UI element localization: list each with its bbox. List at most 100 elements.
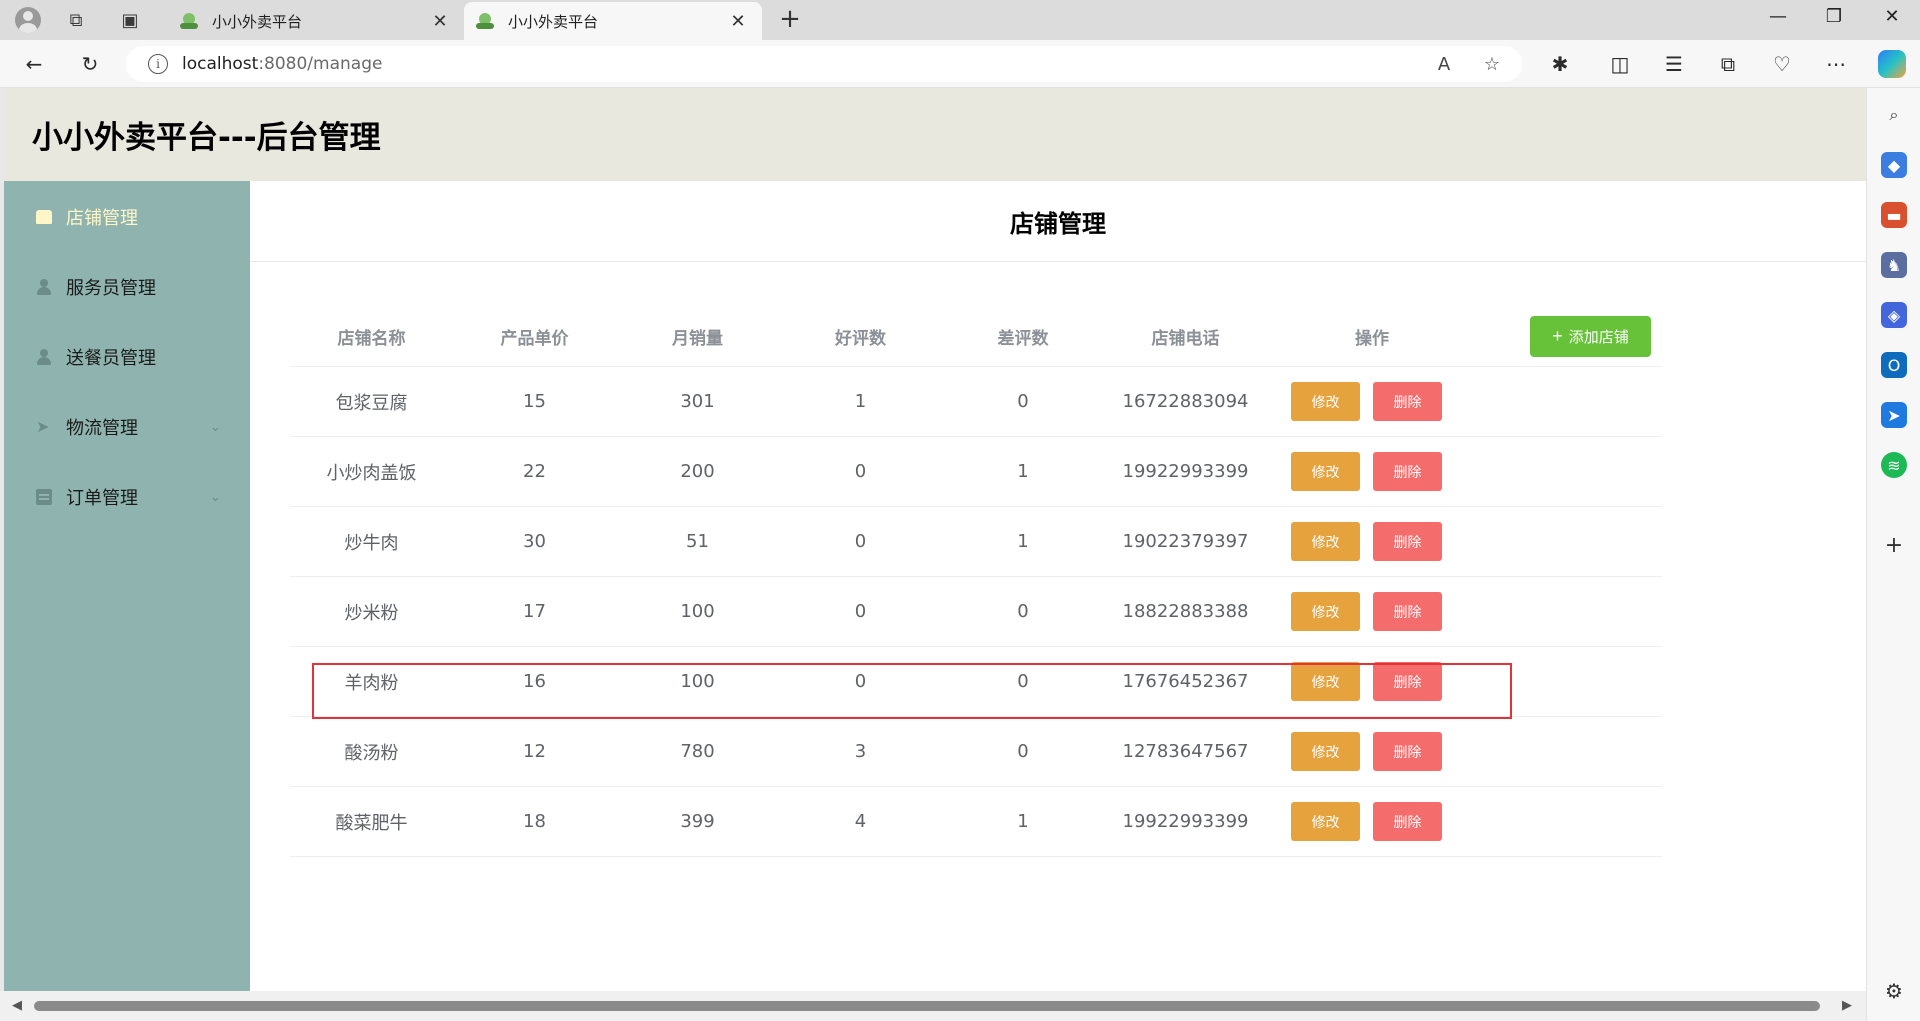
column-header-store-name: 店铺名称 (337, 329, 406, 349)
microsoft-365-icon[interactable]: ◈ (1881, 302, 1907, 328)
cell-good-reviews: 0 (854, 531, 867, 552)
tab-close-icon[interactable]: ✕ (428, 11, 452, 32)
browser-tab-1[interactable]: 小小外卖平台 ✕ (168, 2, 464, 40)
cell-actions: 修改 删除 (1267, 717, 1515, 786)
scroll-right-icon[interactable]: ▶ (1842, 998, 1852, 1013)
cell-store-name: 小炒肉盖饭 (326, 462, 417, 484)
delete-button[interactable]: 删除 (1373, 802, 1442, 841)
spotify-icon[interactable]: ≋ (1881, 452, 1907, 478)
delete-button[interactable]: 删除 (1373, 662, 1442, 701)
settings-gear-icon[interactable]: ⚙ (1881, 978, 1907, 1004)
edit-button[interactable]: 修改 (1291, 522, 1360, 561)
tab-actions-icon[interactable]: ▣ (114, 4, 146, 36)
edit-button[interactable]: 修改 (1291, 452, 1360, 491)
column-header-bad-reviews: 差评数 (997, 329, 1049, 349)
outlook-icon[interactable]: O (1881, 352, 1907, 378)
delete-button[interactable]: 删除 (1373, 592, 1442, 631)
cell-store-name: 酸菜肥牛 (335, 812, 408, 834)
cell-actions: 修改 删除 (1267, 507, 1515, 576)
refresh-button[interactable]: ↻ (74, 48, 106, 80)
edit-button[interactable]: 修改 (1291, 592, 1360, 631)
restore-window-button[interactable]: ❐ (1814, 6, 1854, 27)
scroll-left-icon[interactable]: ◀ (12, 998, 22, 1013)
collections-icon[interactable]: ⧉ (1712, 48, 1744, 80)
tab-title: 小小外卖平台 (508, 12, 599, 31)
edit-button[interactable]: 修改 (1291, 732, 1360, 771)
copilot-icon[interactable] (1878, 50, 1906, 78)
minimize-window-button[interactable]: — (1758, 6, 1798, 27)
table-row: 小炒肉盖饭 22 200 0 1 19922993399 修改 删除 (290, 437, 1662, 507)
app-sidebar: 店铺管理 服务员管理 送餐员管理 ➤ 物流管理 ⌄ 订单管理 ⌄ (4, 181, 250, 991)
site-favicon-icon (180, 12, 198, 30)
browser-toolbar: ← ↻ i localhost:8080/manage A ☆ ✱ ◫ ☰ ⧉ … (0, 40, 1920, 88)
delete-button[interactable]: 删除 (1373, 522, 1442, 561)
sidebar-item-store-management[interactable]: 店铺管理 (4, 189, 250, 245)
edit-button[interactable]: 修改 (1291, 662, 1360, 701)
sidebar-item-label: 订单管理 (66, 488, 138, 509)
back-button[interactable]: ← (18, 48, 50, 80)
sidebar-item-waiter-management[interactable]: 服务员管理 (4, 259, 250, 315)
more-icon[interactable]: ⋯ (1820, 48, 1852, 80)
cell-phone: 19922993399 (1122, 811, 1249, 832)
cell-bad-reviews: 1 (1017, 531, 1029, 552)
sidebar-item-logistics-management[interactable]: ➤ 物流管理 ⌄ (4, 399, 250, 455)
edge-sidebar: ⌕ ◆ ▬ ♞ ◈ O ➤ ≋ + ⚙ (1866, 88, 1920, 1021)
browser-tab-2-active[interactable]: 小小外卖平台 ✕ (464, 2, 762, 40)
cell-actions: 修改 删除 (1267, 577, 1515, 646)
cell-phone: 19922993399 (1122, 461, 1249, 482)
cell-monthly-sales: 200 (680, 461, 715, 482)
paper-plane-icon: ➤ (36, 417, 50, 436)
browser-essentials-icon[interactable]: ♡ (1766, 48, 1798, 80)
close-window-button[interactable]: ✕ (1872, 6, 1912, 27)
table-row: 酸菜肥牛 18 399 4 1 19922993399 修改 删除 (290, 787, 1662, 857)
table-row: 炒米粉 17 100 0 0 18822883388 修改 删除 (290, 577, 1662, 647)
edit-button[interactable]: 修改 (1291, 382, 1360, 421)
plus-icon: + (1552, 326, 1563, 346)
tools-icon[interactable]: ▬ (1881, 202, 1907, 228)
cell-monthly-sales: 301 (680, 391, 715, 412)
delete-button[interactable]: 删除 (1373, 732, 1442, 771)
add-store-button[interactable]: + 添加店铺 (1530, 316, 1651, 357)
cell-unit-price: 22 (523, 461, 546, 482)
horizontal-scrollbar[interactable]: ◀ ▶ (0, 991, 1866, 1021)
courier-icon (36, 349, 52, 365)
table-row: 包浆豆腐 15 301 1 0 16722883094 修改 删除 (290, 367, 1662, 437)
edit-button[interactable]: 修改 (1291, 802, 1360, 841)
store-table: 店铺名称 产品单价 月销量 好评数 差评数 店铺电话 操作 + 添加店铺 包浆豆腐… (290, 307, 1662, 857)
cell-good-reviews: 3 (854, 741, 867, 762)
scrollbar-thumb[interactable] (34, 1001, 1820, 1011)
cell-good-reviews: 4 (854, 811, 867, 832)
cell-monthly-sales: 100 (680, 671, 715, 692)
new-tab-button[interactable]: + (774, 4, 806, 34)
sidebar-item-courier-management[interactable]: 送餐员管理 (4, 329, 250, 385)
extensions-icon[interactable]: ✱ (1544, 48, 1576, 80)
favorite-star-icon[interactable]: ☆ (1478, 50, 1506, 78)
search-icon[interactable]: ⌕ (1881, 102, 1907, 128)
app-header: 小小外卖平台---后台管理 (4, 88, 1866, 181)
chevron-down-icon: ⌄ (210, 419, 221, 435)
table-row: 炒牛肉 30 51 0 1 19022379397 修改 删除 (290, 507, 1662, 577)
cell-phone: 18822883388 (1122, 601, 1249, 622)
tab-close-icon[interactable]: ✕ (726, 11, 750, 32)
split-screen-icon[interactable]: ◫ (1604, 48, 1636, 80)
column-header-phone: 店铺电话 (1151, 329, 1220, 349)
cell-store-name: 炒牛肉 (344, 532, 399, 554)
favorites-icon[interactable]: ☰ (1658, 48, 1690, 80)
read-aloud-icon[interactable]: A (1430, 50, 1458, 78)
site-favicon-icon (476, 12, 494, 30)
cell-good-reviews: 0 (854, 671, 867, 692)
cell-phone: 19022379397 (1122, 531, 1249, 552)
main-content: 店铺管理 店铺名称 产品单价 月销量 好评数 差评数 店铺电话 操作 + 添加店铺… (250, 181, 1866, 991)
profile-avatar-icon[interactable] (12, 4, 44, 36)
send-icon[interactable]: ➤ (1881, 402, 1907, 428)
workspaces-icon[interactable]: ⧉ (60, 4, 92, 36)
cell-unit-price: 12 (523, 741, 546, 762)
sidebar-item-order-management[interactable]: 订单管理 ⌄ (4, 469, 250, 525)
site-info-icon[interactable]: i (148, 54, 168, 74)
delete-button[interactable]: 删除 (1373, 382, 1442, 421)
address-bar[interactable]: i localhost:8080/manage A ☆ (126, 46, 1522, 82)
delete-button[interactable]: 删除 (1373, 452, 1442, 491)
shopping-tag-icon[interactable]: ◆ (1881, 152, 1907, 178)
games-icon[interactable]: ♞ (1881, 252, 1907, 278)
add-sidebar-app-icon[interactable]: + (1881, 532, 1907, 558)
